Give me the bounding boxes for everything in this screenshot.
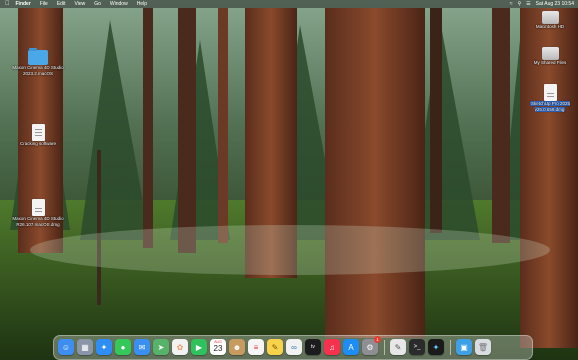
- launchpad-icon[interactable]: ▦: [77, 339, 93, 355]
- search-icon[interactable]: ⚲: [517, 0, 521, 8]
- menu-bar:  Finder File Edit View Go Window Help ≈…: [0, 0, 578, 8]
- status-area: ≈ ⚲ ☰ Sat Aug 23 10:54: [510, 0, 574, 8]
- control-center-icon[interactable]: ☰: [526, 0, 530, 8]
- freeform-icon[interactable]: ∞: [286, 339, 302, 355]
- dock-separator: [450, 340, 451, 355]
- disk-image-icon: [31, 199, 45, 216]
- mail-icon[interactable]: ✉: [134, 339, 150, 355]
- menu-help[interactable]: Help: [137, 0, 147, 8]
- tv-label: tv: [311, 344, 315, 350]
- photos-icon[interactable]: ✿: [172, 339, 188, 355]
- screenshot-icon[interactable]: ▣: [456, 339, 472, 355]
- dock-separator: [384, 340, 385, 355]
- shared-drive-icon: [541, 47, 559, 60]
- desktop-item-shared-files[interactable]: My Shared Files: [522, 47, 578, 66]
- calendar-day: 23: [213, 344, 223, 353]
- menu-go[interactable]: Go: [94, 0, 101, 8]
- desktop-item-macintosh-hd[interactable]: Macintosh HD: [522, 11, 578, 30]
- maps-icon[interactable]: ➤: [153, 339, 169, 355]
- desktop-item-label: Maxon Cinema 4D Studio 2023.2.macOS: [12, 65, 64, 76]
- contacts-icon[interactable]: ☻: [229, 339, 245, 355]
- system-settings-icon[interactable]: ⚙ 1: [362, 336, 381, 355]
- folder-icon: [28, 48, 48, 65]
- finder-icon[interactable]: ☺: [58, 339, 74, 355]
- music-icon[interactable]: ♫: [324, 339, 340, 355]
- menu-app-name[interactable]: Finder: [16, 0, 31, 8]
- safari-icon[interactable]: ✦: [96, 339, 112, 355]
- compass-icon[interactable]: ✦: [428, 339, 444, 355]
- desktop:  Finder File Edit View Go Window Help ≈…: [0, 0, 578, 360]
- app-store-icon[interactable]: A: [343, 339, 359, 355]
- disk-image-icon: [543, 84, 557, 101]
- desktop-item-label-selected: SketchUp Pro 2025 v25.0.659.dmg: [529, 101, 571, 112]
- notes-icon[interactable]: ✎: [267, 339, 283, 355]
- menu-window[interactable]: Window: [110, 0, 128, 8]
- reminders-icon[interactable]: ≡: [248, 339, 264, 355]
- desktop-item-label: My Shared Files: [533, 60, 567, 65]
- script-editor-icon[interactable]: ✎: [390, 339, 406, 355]
- apple-tv-icon[interactable]: tv: [305, 339, 321, 355]
- menu-view[interactable]: View: [74, 0, 85, 8]
- desktop-item-document[interactable]: Cracking software: [10, 124, 66, 147]
- settings-badge: 1: [374, 336, 381, 343]
- trash-icon[interactable]: 🗑: [475, 339, 491, 355]
- desktop-item-label: Macintosh HD: [535, 24, 565, 29]
- desktop-item-sketchup-dmg[interactable]: SketchUp Pro 2025 v25.0.659.dmg: [522, 84, 578, 112]
- menu-file[interactable]: File: [40, 0, 48, 8]
- apple-logo-icon[interactable]: : [5, 0, 10, 8]
- desktop-item-label: Cracking software: [19, 141, 56, 146]
- dock: ☺ ▦ ✦ ● ✉ ➤ ✿ ▶ AUG 23 ☻ ≡ ✎ ∞ tv ♫ A ⚙ …: [53, 335, 533, 360]
- wallpaper-forest: [0, 0, 578, 360]
- hard-drive-icon: [541, 11, 559, 24]
- desktop-item-label: Maxon Cinema 4D Studio R26.107.macOS.dmg: [12, 216, 64, 227]
- menu-clock[interactable]: Sat Aug 23 10:54: [536, 1, 574, 7]
- facetime-icon[interactable]: ▶: [191, 339, 207, 355]
- wifi-icon[interactable]: ≈: [510, 0, 513, 8]
- messages-icon[interactable]: ●: [115, 339, 131, 355]
- calendar-icon[interactable]: AUG 23: [210, 339, 226, 355]
- document-icon: [31, 124, 45, 141]
- desktop-item-dmg[interactable]: Maxon Cinema 4D Studio R26.107.macOS.dmg: [10, 199, 66, 227]
- menu-edit[interactable]: Edit: [57, 0, 66, 8]
- terminal-icon[interactable]: >_: [409, 339, 425, 355]
- desktop-item-folder[interactable]: Maxon Cinema 4D Studio 2023.2.macOS: [10, 48, 66, 76]
